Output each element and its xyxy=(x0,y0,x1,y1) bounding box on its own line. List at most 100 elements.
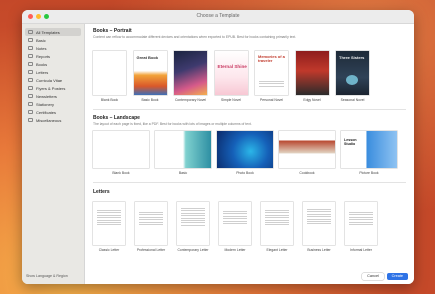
template-basic-landscape[interactable]: Basic xyxy=(155,131,211,175)
window-title: Choose a Template xyxy=(196,13,240,19)
grid-icon xyxy=(28,30,33,34)
template-thumbnail: Three Sisters xyxy=(336,51,369,95)
cancel-button[interactable]: Cancel xyxy=(362,273,384,280)
document-icon xyxy=(28,86,33,90)
create-button[interactable]: Create xyxy=(386,273,408,280)
text-lines xyxy=(139,212,163,226)
template-thumbnail: Eternal Shine xyxy=(214,51,248,95)
template-thumbnail xyxy=(155,131,211,168)
template-photo-book[interactable]: Photo Book xyxy=(217,131,273,175)
template-label: Simple Novel xyxy=(221,98,241,102)
template-informal-letter[interactable]: Informal Letter xyxy=(345,202,377,252)
template-label: Elegant Letter xyxy=(266,248,288,252)
template-label: Informal Letter xyxy=(350,248,372,252)
cover-title: Great Book xyxy=(136,55,159,60)
template-label: Cookbook xyxy=(299,171,315,175)
document-icon xyxy=(28,46,33,50)
template-business-letter[interactable]: Business Letter xyxy=(303,202,335,252)
section-title-letters: Letters xyxy=(93,189,110,195)
template-blank-book-landscape[interactable]: Blank Book xyxy=(93,131,149,175)
template-thumbnail xyxy=(93,131,149,168)
sidebar-item-letters[interactable]: Letters xyxy=(25,68,81,76)
section-desc-landscape: The layout of each page is fixed, like a… xyxy=(93,122,252,126)
template-label: Basic xyxy=(178,171,188,175)
template-thumbnail xyxy=(177,202,209,245)
document-icon xyxy=(28,70,33,74)
template-label: Picture Book xyxy=(359,171,379,175)
section-title-portrait: Books – Portrait xyxy=(93,28,132,34)
sidebar-item-miscellaneous[interactable]: Miscellaneous xyxy=(25,116,81,124)
template-thumbnail xyxy=(135,202,167,245)
template-modern-letter[interactable]: Modern Letter xyxy=(219,202,251,252)
template-label: Modern Letter xyxy=(224,248,246,252)
template-label: Seasonal Novel xyxy=(340,98,365,102)
template-picture-book[interactable]: Lesson Studio Picture Book xyxy=(341,131,397,175)
sidebar-item-label: Basic xyxy=(36,37,46,43)
template-thumbnail xyxy=(295,51,329,95)
section-divider xyxy=(93,182,406,183)
sidebar-item-label: Certificates xyxy=(36,109,57,115)
sidebar-item-label: Books xyxy=(36,61,48,67)
template-label: Blank Book xyxy=(112,171,130,175)
template-edgy-novel[interactable]: Edgy Novel xyxy=(295,51,329,102)
template-thumbnail: Great Book xyxy=(133,51,167,95)
sidebar-item-label: Letters xyxy=(36,69,49,75)
section-desc-portrait: Content can reflow to accommodate differ… xyxy=(93,35,297,39)
sidebar-item-certificates[interactable]: Certificates xyxy=(25,108,81,116)
template-contemporary-novel[interactable]: Contemporary Novel xyxy=(174,51,207,102)
section-title-landscape: Books – Landscape xyxy=(93,115,140,121)
template-label: Personal Novel xyxy=(260,98,283,102)
sidebar-item-all-templates[interactable]: All Templates xyxy=(25,28,81,36)
sidebar-item-label: All Templates xyxy=(36,29,60,35)
document-icon xyxy=(28,38,33,42)
template-classic-letter[interactable]: Classic Letter xyxy=(93,202,125,252)
sidebar-item-label: Reports xyxy=(36,53,51,59)
template-thumbnail xyxy=(217,131,273,168)
template-professional-letter[interactable]: Professional Letter xyxy=(135,202,167,252)
sidebar-item-label: Flyers & Posters xyxy=(36,85,66,91)
template-seasonal-novel[interactable]: Three Sisters Seasonal Novel xyxy=(336,51,369,102)
template-personal-novel[interactable]: Memories of a traveler Personal Novel xyxy=(255,51,288,102)
template-blank-book-portrait[interactable]: Blank Book xyxy=(93,51,126,102)
template-contemporary-letter[interactable]: Contemporary Letter xyxy=(177,202,209,252)
text-lines xyxy=(223,211,247,225)
document-icon xyxy=(28,78,33,82)
sidebar-item-notes[interactable]: Notes xyxy=(25,44,81,52)
text-lines xyxy=(349,212,373,226)
language-region-toggle[interactable]: Show Language & Region xyxy=(26,274,68,278)
template-elegant-letter[interactable]: Elegant Letter xyxy=(261,202,293,252)
text-lines xyxy=(97,210,121,227)
document-icon xyxy=(28,118,33,122)
sidebar-item-label: Newsletters xyxy=(36,93,57,99)
sidebar-item-curricula-vitae[interactable]: Curricula Vitae xyxy=(25,76,81,84)
template-label: Blank Book xyxy=(100,98,119,102)
template-basic-book[interactable]: Great Book Basic Book xyxy=(133,51,167,102)
sidebar-item-books[interactable]: Books xyxy=(25,60,81,68)
sidebar-item-label: Notes xyxy=(36,45,47,51)
sidebar-item-flyers-posters[interactable]: Flyers & Posters xyxy=(25,84,81,92)
template-thumbnail xyxy=(174,51,207,95)
document-icon xyxy=(28,94,33,98)
template-label: Contemporary Novel xyxy=(174,98,207,102)
sidebar-item-reports[interactable]: Reports xyxy=(25,52,81,60)
sidebar-item-label: Miscellaneous xyxy=(36,117,62,123)
title-bar: Choose a Template xyxy=(22,10,414,24)
template-gallery: Books – Portrait Content can reflow to a… xyxy=(85,24,414,284)
eggs-illustration xyxy=(346,75,358,85)
template-cookbook[interactable]: Cookbook xyxy=(279,131,335,175)
text-lines xyxy=(265,210,289,227)
text-lines xyxy=(307,209,331,226)
text-lines xyxy=(259,81,284,88)
sidebar-item-label: Stationery xyxy=(36,101,55,107)
sidebar-item-basic[interactable]: Basic xyxy=(25,36,81,44)
cover-title: Memories of a traveler xyxy=(258,54,285,63)
template-simple-novel[interactable]: Eternal Shine Simple Novel xyxy=(214,51,248,102)
section-divider xyxy=(93,109,406,110)
template-thumbnail xyxy=(279,131,335,168)
cover-title: Eternal Shine xyxy=(217,64,247,69)
document-icon xyxy=(28,110,33,114)
sidebar-item-stationery[interactable]: Stationery xyxy=(25,100,81,108)
cover-title: Three Sisters xyxy=(339,55,365,60)
sidebar-item-newsletters[interactable]: Newsletters xyxy=(25,92,81,100)
template-thumbnail xyxy=(303,202,335,245)
